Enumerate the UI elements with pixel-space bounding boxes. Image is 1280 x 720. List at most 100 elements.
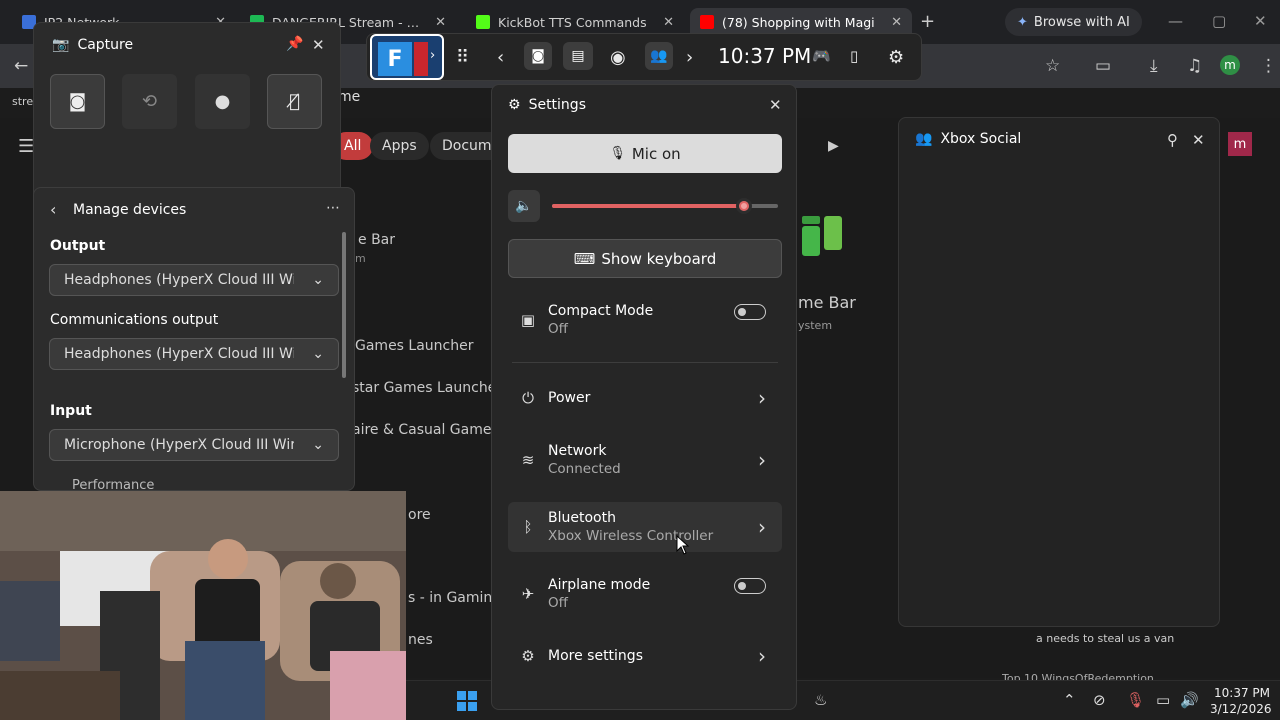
taskbar-clock-date[interactable]: 3/12/2026 xyxy=(1210,702,1272,716)
bluetooth-row[interactable]: ᛒ Bluetooth Xbox Wireless Controller › xyxy=(508,502,782,552)
close-icon[interactable]: ✕ xyxy=(312,36,325,54)
screenshot-button[interactable]: ◙ xyxy=(50,74,105,129)
chips-scroll-right-icon[interactable]: ▶ xyxy=(828,138,839,154)
maximize-icon[interactable]: ▢ xyxy=(1212,12,1226,30)
media-control-icon[interactable]: ♫ xyxy=(1187,56,1202,76)
close-icon[interactable]: ✕ xyxy=(1192,131,1205,149)
close-tab-icon[interactable]: ✕ xyxy=(891,15,902,30)
browse-with-ai-button[interactable]: ✦ Browse with AI xyxy=(1005,8,1142,36)
xbox-social-widget xyxy=(898,117,1220,627)
keyboard-icon: ⌨ xyxy=(573,249,596,268)
bookmark-item[interactable]: stre xyxy=(12,95,33,108)
power-row[interactable]: ⏻ Power › xyxy=(508,383,782,413)
hamburger-menu-icon[interactable]: ☰ xyxy=(18,136,34,157)
xbox-social-title: 👥 Xbox Social xyxy=(915,131,1022,147)
xbox-icon[interactable]: ◉ xyxy=(610,47,626,68)
airplane-mode-row[interactable]: ✈ Airplane mode Off xyxy=(508,574,782,614)
game-bar-profile-thumbnail[interactable]: F › xyxy=(370,34,444,80)
volume-tray-icon[interactable]: 🔊 xyxy=(1180,691,1199,709)
network-row[interactable]: ≋ Network Connected › xyxy=(508,440,782,480)
compact-mode-text: Compact Mode Off xyxy=(548,303,734,337)
more-settings-row[interactable]: ⚙ More settings › xyxy=(508,641,782,671)
show-keyboard-button[interactable]: ⌨ Show keyboard xyxy=(508,239,782,278)
scrollbar[interactable] xyxy=(342,232,346,378)
list-item[interactable]: e Bar xyxy=(358,232,395,248)
volume-slider-thumb[interactable] xyxy=(736,198,753,214)
bluetooth-state: Xbox Wireless Controller xyxy=(548,528,714,544)
manage-devices-title: Manage devices xyxy=(73,202,187,218)
close-icon[interactable]: ✕ xyxy=(769,96,782,114)
airplane-mode-toggle[interactable] xyxy=(734,578,766,594)
back-arrow-icon[interactable]: ← xyxy=(14,56,28,76)
download-icon[interactable]: ⤓ xyxy=(1150,56,1158,76)
performance-widget-button[interactable]: ▤ xyxy=(563,42,593,70)
close-window-icon[interactable]: ✕ xyxy=(1254,12,1267,30)
close-tab-icon[interactable]: ✕ xyxy=(435,15,446,30)
network-tray-icon[interactable]: ⊘ xyxy=(1093,691,1106,709)
minimize-icon[interactable]: — xyxy=(1168,12,1183,30)
side-avatar[interactable]: m xyxy=(1228,132,1252,156)
profile-avatar[interactable]: m xyxy=(1220,55,1240,75)
microphone-tray-icon[interactable]: 🎙 xyxy=(1126,691,1145,709)
compact-mode-toggle[interactable] xyxy=(734,304,766,320)
new-tab-button[interactable]: + xyxy=(920,11,935,32)
reading-mode-icon[interactable]: ▭ xyxy=(1095,56,1111,76)
chevron-right-icon[interactable]: › xyxy=(686,47,693,68)
network-text: Network Connected xyxy=(548,443,742,477)
social-widget-button[interactable]: 👥 xyxy=(645,42,673,70)
output-label: Output xyxy=(50,238,106,254)
address-bar-text[interactable]: me xyxy=(338,89,360,105)
close-tab-icon[interactable]: ✕ xyxy=(663,15,674,30)
filter-chip-apps[interactable]: Apps xyxy=(370,132,429,160)
list-item[interactable]: Games Launcher xyxy=(355,338,474,354)
pin-icon[interactable]: 📌 xyxy=(286,36,303,52)
browser-tab-shopping[interactable]: (78) Shopping with Magi ✕ xyxy=(690,8,912,36)
webcam-image xyxy=(0,491,406,720)
settings-title: ⚙ Settings xyxy=(508,97,586,113)
chevron-down-icon: ⌄ xyxy=(312,346,324,362)
chevron-left-icon[interactable]: ‹ xyxy=(497,47,504,68)
filter-settings-icon[interactable]: ⚲ xyxy=(1167,131,1178,149)
mic-toggle-button[interactable]: 🎙 Mic on xyxy=(508,134,782,173)
app-tile-subtitle: ystem xyxy=(798,319,833,332)
browser-menu-icon[interactable]: ⋮ xyxy=(1260,56,1277,76)
steam-taskbar-icon[interactable]: ♨ xyxy=(814,691,827,709)
app-tile-title: me Bar xyxy=(798,293,856,312)
capture-widget-button[interactable]: ◙ xyxy=(524,42,552,70)
record-last-button[interactable]: ⟲ xyxy=(122,74,177,129)
network-label: Network xyxy=(548,443,607,459)
wifi-icon: ≋ xyxy=(521,451,535,469)
windows-start-icon[interactable] xyxy=(456,690,478,712)
camera-icon: ◙ xyxy=(68,91,87,112)
airplane-mode-label: Airplane mode xyxy=(548,577,651,593)
tab-favicon-icon xyxy=(476,15,490,29)
start-recording-button[interactable]: ● xyxy=(195,74,250,129)
list-item[interactable]: ore xyxy=(408,507,431,523)
output-device-select[interactable]: Headphones (HyperX Cloud III Wireless) ⌄ xyxy=(49,264,339,296)
compact-mode-row[interactable]: ▣ Compact Mode Off xyxy=(508,300,782,340)
mouse-icon[interactable]: ▯ xyxy=(850,47,858,65)
bluetooth-text: Bluetooth Xbox Wireless Controller xyxy=(548,510,742,544)
gear-icon: ⚙ xyxy=(508,97,521,113)
game-logo-icon: F xyxy=(378,42,412,76)
back-chevron-icon[interactable]: ‹ xyxy=(50,200,56,219)
communications-output-select[interactable]: Headphones (HyperX Cloud III Wireless) ⌄ xyxy=(49,338,339,370)
volume-button[interactable]: 🔈 xyxy=(508,190,540,222)
widget-menu-grid-icon[interactable]: ⠿ xyxy=(456,47,469,68)
airplane-icon: ✈ xyxy=(521,585,535,603)
controller-battery-icon[interactable]: 🎮 xyxy=(812,47,831,65)
taskbar-clock-time[interactable]: 10:37 PM xyxy=(1210,686,1270,700)
display-tray-icon[interactable]: ▭ xyxy=(1156,691,1170,709)
tray-overflow-chevron-icon[interactable]: ⌃ xyxy=(1063,691,1076,709)
browser-tab-kickbot[interactable]: KickBot TTS Commands ✕ xyxy=(466,8,684,36)
bookmark-star-icon[interactable]: ☆ xyxy=(1045,56,1060,76)
list-item[interactable]: star Games Launcher xyxy=(352,380,502,396)
list-item[interactable]: nes xyxy=(408,632,433,648)
settings-gear-icon[interactable]: ⚙ xyxy=(888,47,904,68)
list-item[interactable]: aire & Casual Games xyxy=(352,422,499,438)
mic-mute-button[interactable]: 🎙̸ xyxy=(267,74,322,129)
camera-icon: ◙ xyxy=(531,48,545,64)
divider xyxy=(512,362,778,363)
input-device-select[interactable]: Microphone (HyperX Cloud III Wireless) ⌄ xyxy=(49,429,339,461)
more-options-icon[interactable]: ⋯ xyxy=(326,200,340,216)
